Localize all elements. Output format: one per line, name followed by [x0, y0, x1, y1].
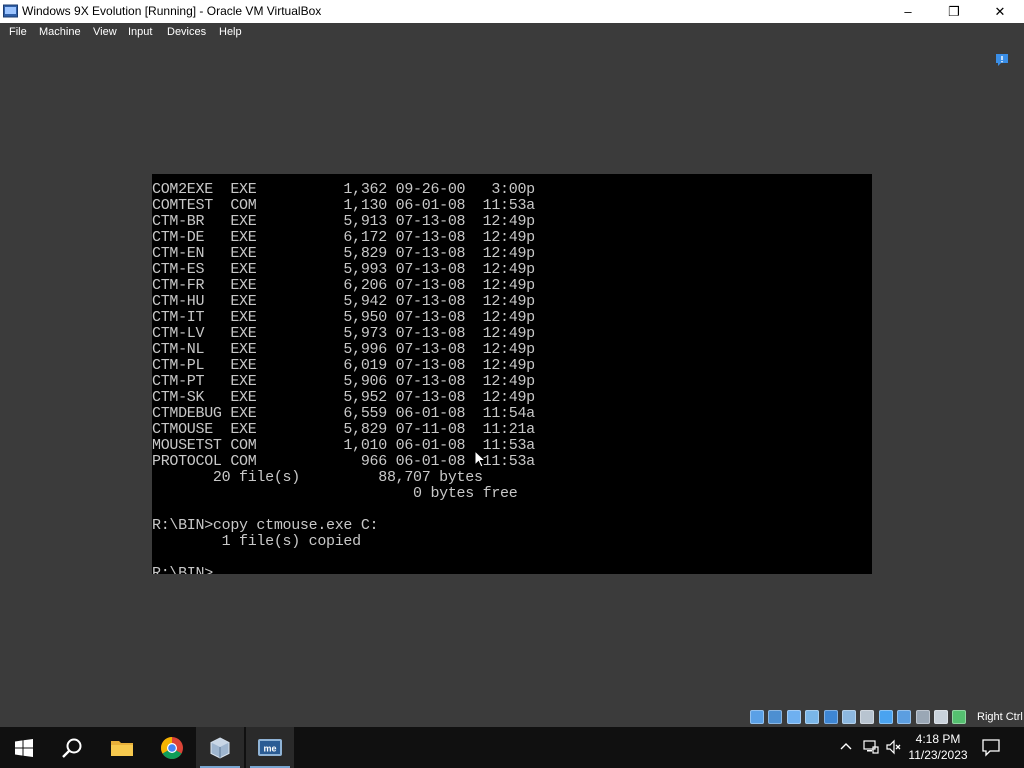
video-capture-icon[interactable]	[897, 710, 912, 724]
windows-logo-icon	[15, 738, 33, 757]
keyboard-icon[interactable]	[952, 710, 967, 724]
file-explorer-button[interactable]	[98, 727, 146, 768]
network-icon[interactable]	[823, 710, 838, 724]
window-titlebar[interactable]: Windows 9X Evolution [Running] - Oracle …	[0, 0, 1024, 23]
menu-file[interactable]: File	[9, 26, 27, 38]
network-icon[interactable]	[863, 739, 879, 755]
shared-folder-icon[interactable]	[860, 710, 875, 724]
taskbar-clock[interactable]: 4:18 PM 11/23/2023	[902, 731, 974, 763]
audio-icon[interactable]	[805, 710, 820, 724]
cpu-icon[interactable]	[915, 710, 930, 724]
display-icon[interactable]	[878, 710, 893, 724]
window-title: Windows 9X Evolution [Running] - Oracle …	[22, 4, 322, 18]
virtualbox-icon	[210, 736, 230, 759]
mouse-integration-icon[interactable]	[934, 710, 948, 724]
menu-bar: File Machine View Input Devices Help	[0, 23, 1024, 42]
menu-view[interactable]: View	[93, 26, 117, 38]
menu-help[interactable]: Help	[219, 26, 242, 38]
vm-status-bar	[0, 707, 1024, 727]
notification-message-icon[interactable]	[995, 53, 1009, 67]
vm-window-button[interactable]: me	[246, 727, 294, 768]
search-button[interactable]	[48, 727, 96, 768]
menu-devices[interactable]: Devices	[167, 26, 206, 38]
console-output: COM2EXE EXE 1,362 09-26-00 3:00p COMTEST…	[152, 181, 535, 575]
show-hidden-icons-chevron-icon[interactable]	[840, 741, 852, 751]
vm-console-screen[interactable]: COM2EXE EXE 1,362 09-26-00 3:00p COMTEST…	[152, 174, 872, 574]
clock-date: 11/23/2023	[908, 748, 968, 762]
chrome-icon	[161, 736, 183, 759]
svg-text:me: me	[263, 743, 276, 753]
action-center-icon[interactable]	[980, 737, 1002, 757]
windows-me-icon: me	[258, 738, 282, 756]
floppy-icon[interactable]	[786, 710, 801, 724]
maximize-button[interactable]: ❐	[931, 0, 977, 23]
host-key-label[interactable]: Right Ctrl	[977, 711, 1023, 723]
usb-icon[interactable]	[842, 710, 856, 724]
start-button[interactable]	[0, 727, 48, 768]
search-icon	[62, 738, 82, 758]
clock-time: 4:18 PM	[915, 732, 961, 746]
close-button[interactable]: ✕	[977, 0, 1023, 23]
hard-disk-icon[interactable]	[750, 710, 764, 724]
chrome-button[interactable]	[148, 727, 196, 768]
virtualbox-app-icon	[3, 4, 18, 18]
volume-muted-icon[interactable]	[885, 739, 903, 755]
folder-icon	[111, 740, 133, 756]
virtualbox-manager-button[interactable]	[196, 727, 244, 768]
mouse-pointer-icon	[474, 450, 486, 468]
menu-input[interactable]: Input	[128, 26, 152, 38]
menu-machine[interactable]: Machine	[39, 26, 81, 38]
minimize-button[interactable]: –	[885, 0, 931, 23]
optical-drive-icon[interactable]	[768, 710, 783, 724]
